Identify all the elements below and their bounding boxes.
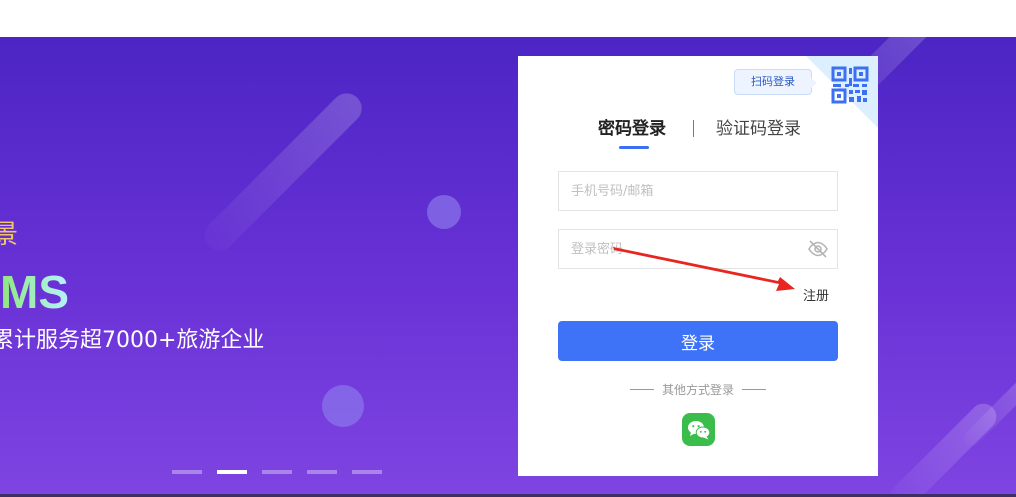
decor-stroke — [198, 87, 368, 257]
password-field — [558, 229, 838, 269]
decor-circle — [427, 195, 461, 229]
carousel-dot[interactable] — [262, 470, 292, 474]
divider-line — [629, 389, 654, 390]
phone-email-input[interactable] — [559, 172, 801, 210]
tab-divider — [693, 120, 694, 137]
wechat-icon — [687, 420, 710, 439]
carousel-dot[interactable] — [352, 470, 382, 474]
tab-sms-login[interactable]: 验证码登录 — [716, 118, 801, 140]
other-login-label: 其他方式登录 — [661, 383, 734, 397]
phone-field — [558, 171, 838, 211]
divider-line — [742, 389, 766, 390]
carousel-indicators — [172, 470, 382, 474]
eye-hidden-icon[interactable] — [807, 240, 829, 258]
carousel-dot[interactable] — [172, 470, 202, 474]
scan-login-tooltip[interactable]: 扫码登录 — [734, 69, 817, 95]
active-tab-indicator — [619, 146, 649, 149]
wechat-login-button[interactable] — [682, 413, 715, 446]
login-tabs: 密码登录 验证码登录 — [518, 118, 878, 158]
carousel-dot[interactable] — [307, 470, 337, 474]
qr-code-icon[interactable] — [831, 66, 869, 104]
decor-circle — [322, 385, 364, 427]
other-login-divider: 其他方式登录 — [518, 381, 878, 398]
page: 景 MS 累计服务超7000+旅游企业 扫码登录 密码登录 验证码登录 手机号码… — [0, 0, 1016, 497]
hero-banner: 景 MS 累计服务超7000+旅游企业 扫码登录 密码登录 验证码登录 手机号码… — [0, 37, 1016, 497]
carousel-dot-active[interactable] — [217, 470, 247, 474]
tab-password-login[interactable]: 密码登录 — [598, 118, 666, 140]
login-card: 扫码登录 密码登录 验证码登录 注册 登录 — [518, 56, 878, 476]
password-input[interactable] — [559, 230, 801, 268]
hero-title-fragment: 景 — [0, 220, 19, 250]
hero-brand: MS — [0, 266, 69, 318]
register-link[interactable]: 注册 — [803, 285, 829, 304]
login-button[interactable]: 登录 — [558, 321, 838, 361]
hero-subtitle: 累计服务超7000+旅游企业 — [0, 328, 265, 353]
